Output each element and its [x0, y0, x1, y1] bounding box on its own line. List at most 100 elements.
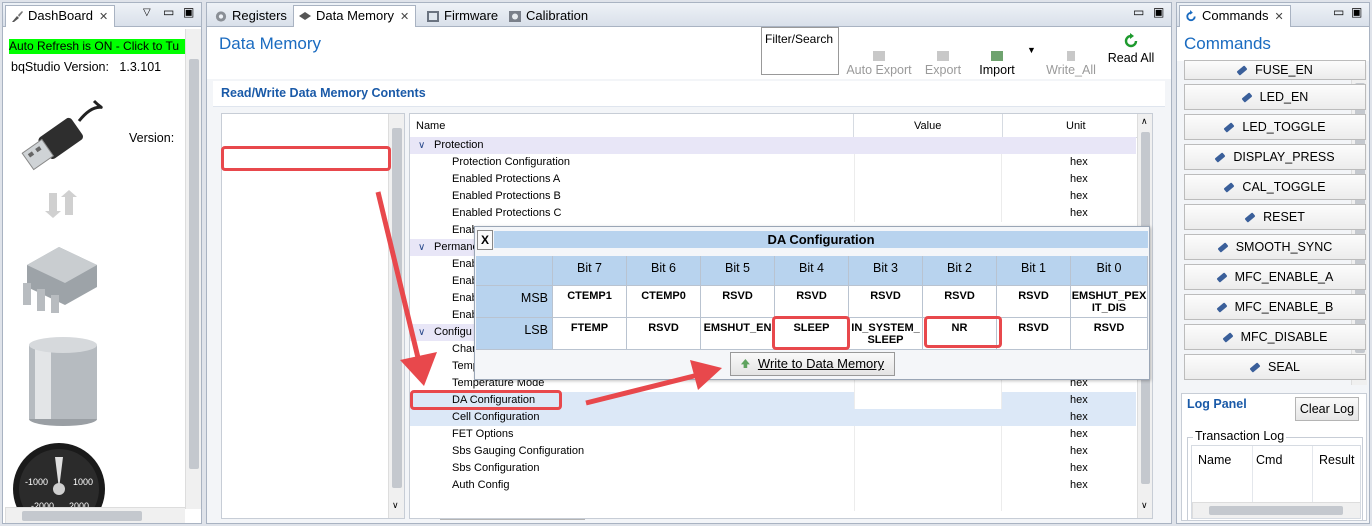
command-label: CAL_TOGGLE — [1242, 180, 1326, 194]
tab-dashboard[interactable]: DashBoard ✕ — [5, 5, 116, 27]
minimize-icon[interactable]: ▭ — [163, 5, 174, 19]
export-label: Export — [924, 63, 962, 77]
up-arrow-icon — [740, 359, 750, 368]
current-gauge-icon: -1000 1000 -2000 2000 — [13, 443, 105, 511]
lsb-bit-cell[interactable]: EMSHUT_EN — [701, 318, 775, 350]
clear-log-button[interactable]: Clear Log — [1295, 397, 1359, 421]
minimize-icon[interactable]: ▭ — [1133, 5, 1144, 19]
msb-bit-cell[interactable]: RSVD — [923, 286, 997, 318]
table-row[interactable] — [410, 494, 1136, 511]
dashboard-panel: DashBoard ✕ ▽ ▭ ▣ Auto Refresh is ON - Cl… — [2, 2, 202, 524]
write-to-data-memory-button[interactable]: Write to Data Memory — [730, 352, 895, 376]
command-cal-toggle-button[interactable]: CAL_TOGGLE — [1184, 174, 1366, 200]
table-row[interactable]: Enabled Protections Ahex — [410, 171, 1136, 188]
table-row[interactable]: FET Options hex — [410, 426, 1136, 443]
msb-bit-cell[interactable]: CTEMP1 — [553, 286, 627, 318]
read-all-label: Read All — [1107, 51, 1155, 65]
import-button[interactable]: Import — [969, 51, 1025, 77]
command-label: FUSE_EN — [1255, 63, 1313, 77]
category-vscroll[interactable]: ∨ — [388, 114, 404, 518]
msb-bit-cell[interactable]: EMSHUT_PEXIT_DIS — [1071, 286, 1148, 318]
command-smooth-sync-button[interactable]: SMOOTH_SYNC — [1184, 234, 1366, 260]
gauge-chip-icon[interactable] — [19, 235, 105, 315]
battery-icon[interactable] — [25, 335, 101, 427]
lsb-bit-cell[interactable]: RSVD — [1071, 318, 1148, 350]
table-row[interactable]: Sbs Configuration hex — [410, 460, 1136, 477]
tab-firmware-label: Firmware — [444, 8, 499, 23]
da-close-button[interactable]: X — [477, 230, 493, 250]
filter-search-label: Filter/Search — [765, 32, 834, 46]
command-fuse-en-button[interactable]: FUSE_EN — [1184, 60, 1366, 80]
lsb-bit-cell[interactable]: RSVD — [997, 318, 1071, 350]
auto-export-button[interactable]: Auto Export — [843, 51, 915, 77]
tab-commands[interactable]: Commands ✕ — [1179, 5, 1291, 27]
refresh-icon — [1186, 10, 1196, 22]
table-row[interactable]: Sbs Gauging Configuration hex — [410, 443, 1136, 460]
log-table: Name Cmd Result — [1191, 445, 1361, 519]
tab-calibration[interactable]: Calibration — [503, 5, 595, 27]
view-menu-icon[interactable]: ▽ — [143, 7, 151, 18]
command-mfc-enable-b-button[interactable]: MFC_ENABLE_B — [1184, 294, 1366, 320]
lsb-bit-cell[interactable]: IN_SYSTEM_SLEEP — [849, 318, 923, 350]
refresh-icon — [1124, 33, 1138, 48]
command-mfc-disable-button[interactable]: MFC_DISABLE — [1184, 324, 1366, 350]
export-button[interactable]: Export — [921, 51, 965, 77]
tab-commands-label: Commands — [1202, 8, 1269, 23]
tab-registers[interactable]: Registers — [209, 5, 294, 27]
table-row[interactable]: Auth Config hex — [410, 477, 1136, 494]
maximize-icon[interactable]: ▣ — [183, 5, 194, 19]
lsb-bit-cell[interactable]: FTEMP — [553, 318, 627, 350]
msb-label: MSB — [476, 286, 553, 318]
command-mfc-enable-a-button[interactable]: MFC_ENABLE_A — [1184, 264, 1366, 290]
maximize-icon[interactable]: ▣ — [1351, 5, 1362, 19]
close-icon[interactable]: ✕ — [400, 11, 409, 23]
minimize-icon[interactable]: ▭ — [1333, 5, 1344, 19]
dashboard-hscroll[interactable] — [5, 507, 185, 523]
filter-search-box[interactable]: Filter/Search — [761, 27, 839, 75]
read-all-button[interactable]: Read All — [1103, 33, 1159, 65]
import-dropdown-icon[interactable]: ▼ — [1027, 45, 1036, 55]
command-label: MFC_ENABLE_B — [1234, 300, 1334, 314]
tab-data-memory[interactable]: Data Memory ✕ — [293, 5, 417, 27]
command-display-press-button[interactable]: DISPLAY_PRESS — [1184, 144, 1366, 170]
bit-header: Bit 0 — [1071, 256, 1148, 286]
msb-bit-cell[interactable]: RSVD — [775, 286, 849, 318]
command-label: MFC_DISABLE — [1240, 330, 1328, 344]
msb-bit-cell[interactable]: RSVD — [997, 286, 1071, 318]
close-icon[interactable]: ✕ — [99, 11, 108, 23]
dashboard-vscroll[interactable] — [185, 29, 201, 509]
gauge-label-1000: 1000 — [73, 477, 93, 487]
commands-tabbar: Commands ✕ ▭ ▣ — [1177, 3, 1369, 27]
pin-icon — [1222, 332, 1234, 343]
usb-icon[interactable] — [19, 91, 109, 171]
tab-firmware[interactable]: Firmware — [421, 5, 505, 27]
dashboard-tabbar: DashBoard ✕ ▽ ▭ ▣ — [3, 3, 201, 27]
command-led-toggle-button[interactable]: LED_TOGGLE — [1184, 114, 1366, 140]
auto-export-label: Auto Export — [846, 63, 912, 77]
close-icon[interactable]: ✕ — [1274, 11, 1283, 23]
table-row[interactable]: Cell Configuration hex — [410, 409, 1136, 426]
command-label: SEAL — [1268, 360, 1300, 374]
msb-bit-cell[interactable]: CTEMP0 — [627, 286, 701, 318]
table-row[interactable]: Enabled Protections Chex — [410, 205, 1136, 222]
gear-icon — [215, 11, 227, 22]
chevron-down-icon: ∨ — [418, 140, 426, 151]
msb-bit-cell[interactable]: RSVD — [701, 286, 775, 318]
section-header: Read/Write Data Memory Contents — [213, 81, 1165, 107]
group-protection[interactable]: ∨ Protection — [410, 137, 1136, 154]
command-reset-button[interactable]: RESET — [1184, 204, 1366, 230]
log-hscroll[interactable] — [1192, 502, 1360, 518]
commands-title: Commands — [1184, 34, 1271, 53]
device-version-label: Version: — [129, 131, 175, 145]
command-label: DISPLAY_PRESS — [1233, 150, 1335, 164]
maximize-icon[interactable]: ▣ — [1153, 5, 1164, 19]
table-row[interactable]: Protection Configuration hex — [410, 154, 1136, 171]
bit-header: Bit 6 — [627, 256, 701, 286]
command-led-en-button[interactable]: LED_EN — [1184, 84, 1366, 110]
auto-refresh-toggle[interactable]: Auto Refresh is ON - Click to Tu — [9, 39, 185, 54]
command-seal-button[interactable]: SEAL — [1184, 354, 1366, 380]
msb-bit-cell[interactable]: RSVD — [849, 286, 923, 318]
write-all-button[interactable]: Write_All — [1043, 51, 1099, 77]
table-row[interactable]: Enabled Protections Bhex — [410, 188, 1136, 205]
lsb-bit-cell[interactable]: RSVD — [627, 318, 701, 350]
